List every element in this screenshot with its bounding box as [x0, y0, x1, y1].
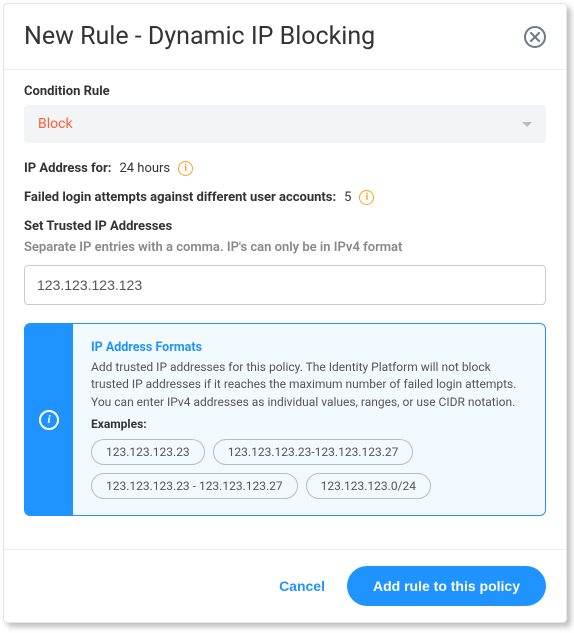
example-chip: 123.123.123.23 - 123.123.123.27 [91, 473, 298, 499]
dialog-title: New Rule - Dynamic IP Blocking [24, 22, 375, 51]
close-button[interactable] [524, 26, 546, 48]
dialog-body: Condition Rule Block IP Address for: 24 … [4, 70, 566, 549]
add-rule-button[interactable]: Add rule to this policy [347, 566, 546, 606]
info-icon: i [39, 410, 59, 430]
trusted-ip-input[interactable] [24, 265, 546, 305]
ip-address-for-label: IP Address for: [24, 161, 111, 176]
example-chip: 123.123.123.0/24 [306, 473, 431, 499]
close-icon [530, 32, 540, 42]
info-panel-desc: Add trusted IP addresses for this policy… [91, 359, 527, 411]
chevron-down-icon [522, 122, 532, 127]
ip-address-for-value: 24 hours [119, 161, 170, 176]
failed-attempts-label: Failed login attempts against different … [24, 190, 336, 205]
info-panel-body: IP Address Formats Add trusted IP addres… [73, 324, 545, 515]
info-icon[interactable]: i [178, 161, 193, 176]
trusted-ip-label: Set Trusted IP Addresses [24, 219, 546, 234]
failed-attempts-value: 5 [344, 190, 351, 205]
examples-chips: 123.123.123.23 123.123.123.23-123.123.12… [91, 439, 527, 499]
failed-attempts-row: Failed login attempts against different … [24, 190, 546, 205]
cancel-button[interactable]: Cancel [279, 578, 325, 594]
example-chip: 123.123.123.23-123.123.123.27 [213, 439, 414, 465]
trusted-ip-hint: Separate IP entries with a comma. IP's c… [24, 240, 546, 255]
dialog-new-rule: New Rule - Dynamic IP Blocking Condition… [3, 3, 567, 623]
condition-rule-select[interactable]: Block [24, 105, 546, 143]
examples-label: Examples: [91, 417, 527, 431]
info-panel-accent: i [25, 324, 73, 515]
dialog-header: New Rule - Dynamic IP Blocking [4, 4, 566, 70]
condition-rule-label: Condition Rule [24, 84, 546, 99]
info-panel-title: IP Address Formats [91, 340, 527, 355]
info-icon[interactable]: i [359, 190, 374, 205]
condition-rule-field: Block [24, 105, 546, 143]
condition-rule-value: Block [38, 116, 73, 132]
info-panel: i IP Address Formats Add trusted IP addr… [24, 323, 546, 516]
example-chip: 123.123.123.23 [91, 439, 205, 465]
dialog-footer: Cancel Add rule to this policy [4, 549, 566, 622]
ip-address-for-row: IP Address for: 24 hours i [24, 161, 546, 176]
